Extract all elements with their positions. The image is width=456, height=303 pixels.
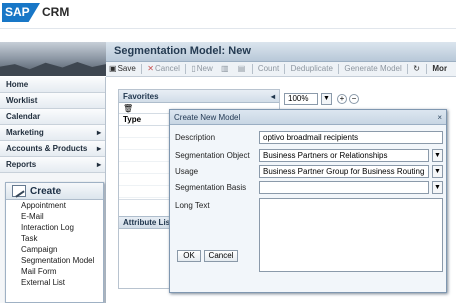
zoom-out-icon[interactable]: − [349, 94, 359, 104]
cancel-button[interactable]: Cancel [204, 250, 238, 262]
sidebar-item-calendar[interactable]: Calendar [0, 109, 105, 125]
cancel-icon: ✕ [147, 64, 154, 73]
app-header: SAP CRM [0, 0, 456, 42]
refresh-button[interactable]: ↻ [410, 62, 424, 76]
sidebar-item-reports[interactable]: Reports ▸ [0, 157, 105, 173]
sidebar-item-worklist[interactable]: Worklist [0, 93, 105, 109]
mountain-banner-image [0, 42, 106, 76]
dialog-title-bar: Create New Model × [170, 110, 446, 125]
refresh-icon: ↻ [413, 64, 420, 73]
description-field[interactable]: optivo broadmail recipients [259, 131, 443, 144]
chevron-right-icon: ▸ [96, 160, 101, 169]
sidebar-item-label: Reports [6, 160, 37, 169]
ok-button[interactable]: OK [177, 250, 201, 262]
segmentation-object-label: Segmentation Object [175, 151, 250, 160]
create-interaction-log-link[interactable]: Interaction Log [6, 222, 103, 233]
save-label: Save [117, 64, 136, 73]
generate-model-button[interactable]: Generate Model [341, 62, 404, 76]
toolbar-separator [185, 63, 187, 74]
more-button[interactable]: Mor [429, 62, 450, 76]
count-button[interactable]: Count [255, 62, 282, 76]
long-text-label: Long Text [175, 201, 210, 210]
zoom-in-icon[interactable]: + [337, 94, 347, 104]
sidebar-item-marketing[interactable]: Marketing ▸ [0, 125, 105, 141]
deduplicate-button[interactable]: Deduplicate [288, 62, 336, 76]
segmentation-basis-row: Segmentation Basis ▼ [175, 181, 443, 194]
sidebar-item-accounts-products[interactable]: Accounts & Products ▸ [0, 141, 105, 157]
create-campaign-link[interactable]: Campaign [6, 244, 103, 255]
sidebar-item-label: Accounts & Products [6, 144, 88, 153]
chevron-down-icon[interactable]: ▼ [432, 165, 443, 178]
copy-button[interactable]: ▤ [235, 62, 250, 76]
sidebar-item-label: Marketing [6, 128, 44, 137]
segmentation-basis-label: Segmentation Basis [175, 183, 247, 192]
header-divider [0, 28, 456, 29]
create-segmentation-model-link[interactable]: Segmentation Model [6, 255, 103, 266]
toolbar-separator [251, 63, 253, 74]
create-menu-title: Create [30, 186, 62, 197]
toolbar-separator [284, 63, 286, 74]
toolbar-separator [141, 63, 143, 74]
cancel-label: Cancel [154, 64, 180, 73]
sidebar-item-home[interactable]: Home [0, 77, 105, 93]
toolbar-separator [406, 63, 408, 74]
favorites-header[interactable]: Favorites [119, 90, 279, 103]
toolbar: ▣Save ✕Cancel ▯New ▥ ▤ Count Deduplicate… [106, 62, 456, 77]
delete-icon: ▥ [221, 64, 229, 73]
dialog-title: Create New Model [174, 113, 241, 122]
save-button[interactable]: ▣Save [106, 62, 139, 76]
create-external-list-link[interactable]: External List [6, 277, 103, 288]
create-new-model-dialog: Create New Model × Description optivo br… [169, 109, 447, 293]
create-menu-header[interactable]: Create [6, 183, 103, 200]
create-email-link[interactable]: E-Mail [6, 211, 103, 222]
chevron-down-icon[interactable]: ▼ [432, 149, 443, 162]
create-appointment-link[interactable]: Appointment [6, 200, 103, 211]
cancel-button[interactable]: ✕Cancel [144, 62, 183, 76]
segmentation-object-row: Segmentation Object Business Partners or… [175, 149, 443, 162]
new-document-icon: ▯ [191, 64, 196, 73]
toolbar-separator [338, 63, 340, 74]
create-task-link[interactable]: Task [6, 233, 103, 244]
zoom-controls: 100% ▼ + − [284, 93, 444, 105]
description-row: Description optivo broadmail recipients [175, 131, 443, 144]
zoom-dropdown-icon[interactable]: ▼ [321, 93, 332, 105]
close-icon[interactable]: × [437, 110, 442, 125]
new-label: New [196, 64, 213, 73]
create-mail-form-link[interactable]: Mail Form [6, 266, 103, 277]
save-icon: ▣ [109, 64, 117, 73]
chevron-down-icon[interactable]: ▼ [432, 181, 443, 194]
usage-label: Usage [175, 167, 199, 176]
create-menu: Create Appointment E-Mail Interaction Lo… [5, 182, 104, 303]
trash-icon[interactable]: 🗑 [123, 104, 133, 113]
sidebar-item-label: Calendar [6, 112, 41, 121]
edit-pencil-icon [12, 185, 26, 197]
usage-select[interactable]: Business Partner Group for Business Rout… [259, 165, 429, 178]
delete-button[interactable]: ▥ [218, 62, 233, 76]
sap-logo: SAP [2, 3, 40, 22]
description-label: Description [175, 133, 216, 142]
segmentation-basis-select[interactable] [259, 181, 429, 194]
page-title: Segmentation Model: New [114, 45, 251, 57]
new-button[interactable]: ▯New [188, 62, 215, 76]
crm-product-name: CRM [42, 5, 70, 19]
chevron-right-icon: ▸ [96, 144, 101, 153]
usage-row: Usage Business Partner Group for Busines… [175, 165, 443, 178]
toolbar-separator [426, 63, 428, 74]
segmentation-object-select[interactable]: Business Partners or Relationships [259, 149, 429, 162]
page-title-bar: Segmentation Model: New [106, 42, 456, 62]
sidebar-item-label: Worklist [6, 96, 38, 105]
sidebar-item-label: Home [6, 80, 29, 89]
zoom-select[interactable]: 100% [284, 93, 318, 105]
chevron-right-icon: ▸ [96, 128, 101, 137]
copy-icon: ▤ [237, 64, 246, 73]
long-text-area[interactable] [259, 198, 443, 272]
